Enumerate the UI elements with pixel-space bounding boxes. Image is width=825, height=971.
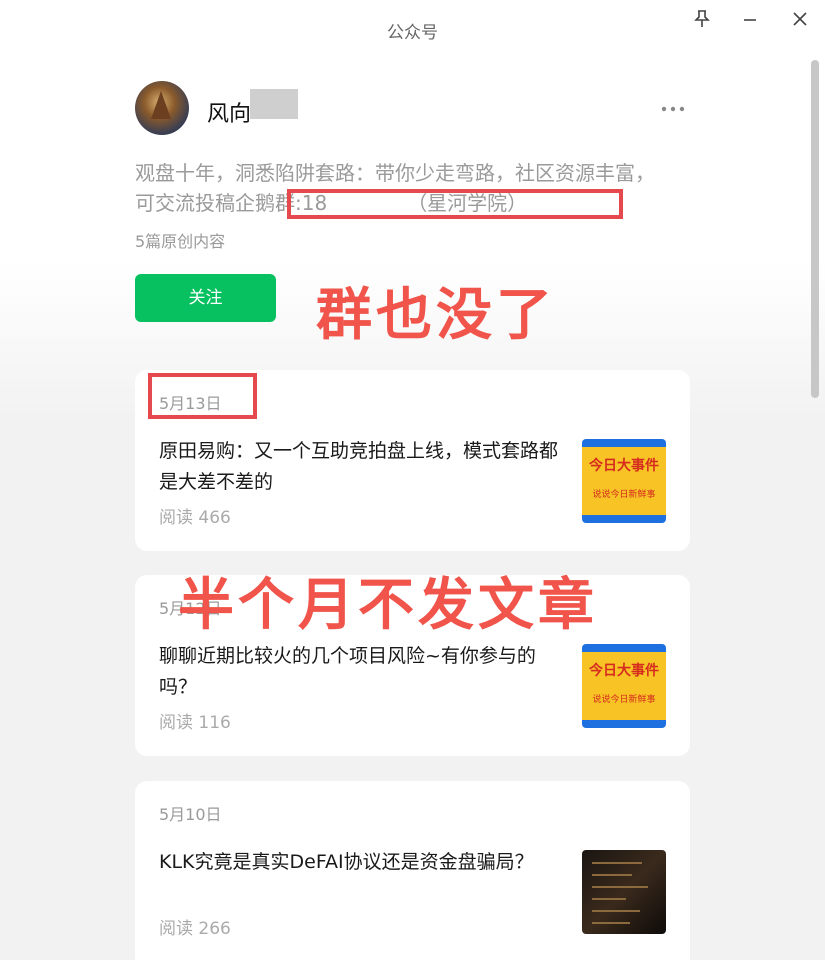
thumbnail-title: 今日大事件 [589,663,659,679]
redacted-name [250,89,298,119]
article-thumbnail[interactable]: 今日大事件 说说今日新鲜事 [582,439,666,523]
article-read-count: 阅读 116 [159,713,231,733]
follow-button[interactable]: 关注 [135,274,276,322]
article-read-count: 阅读 266 [159,919,231,939]
article-title[interactable]: KLK究竟是真实DeFAI协议还是资金盘骗局？ [159,847,569,878]
scrollbar[interactable] [811,60,819,398]
article-date: 5月10日 [159,805,222,824]
account-name: 风向 [207,102,252,127]
more-icon[interactable] [658,97,688,117]
article-read-count: 阅读 466 [159,508,231,528]
original-count: 5篇原创内容 [135,232,226,251]
article-title[interactable]: 原田易购：又一个互助竞拍盘上线，模式套路都是大差不差的 [159,436,569,498]
annotation-group-gone: 群也没了 [316,283,556,348]
highlight-box-date [148,373,257,419]
highlight-box-contact [287,189,623,219]
pin-icon[interactable] [687,8,717,34]
thumbnail-subtitle: 说说今日新鲜事 [592,695,656,705]
minimize-icon[interactable] [735,8,765,34]
account-avatar[interactable] [135,81,189,135]
thumbnail-subtitle: 说说今日新鲜事 [592,490,656,500]
article-thumbnail[interactable]: 今日大事件 说说今日新鲜事 [582,644,666,728]
annotation-no-posts: 半个月不发文章 [178,573,598,638]
title-bar: 公众号 [0,0,825,56]
article-thumbnail[interactable] [582,850,666,934]
close-icon[interactable] [785,8,815,34]
thumbnail-title: 今日大事件 [589,458,659,474]
article-card[interactable]: 5月10日 KLK究竟是真实DeFAI协议还是资金盘骗局？ 阅读 266 [135,781,690,971]
article-title[interactable]: 聊聊近期比较火的几个项目风险~有你参与的吗？ [159,641,569,703]
description-line-1: 观盘十年，洞悉陷阱套路：带你少走弯路，社区资源丰富， [135,161,655,185]
